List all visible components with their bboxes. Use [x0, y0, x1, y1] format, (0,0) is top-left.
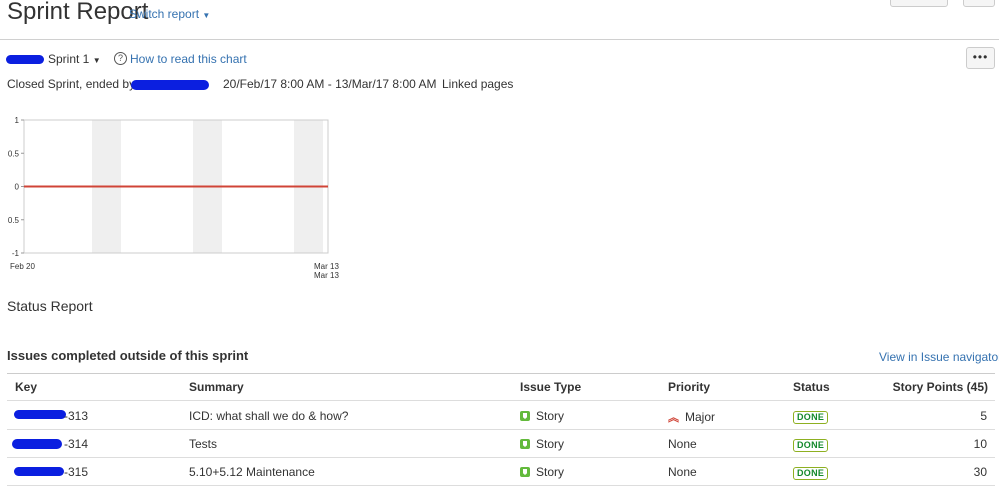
column-header-summary[interactable]: Summary — [189, 380, 244, 394]
y-tick-label: 1 — [15, 116, 20, 125]
y-tick-label: -1 — [12, 249, 20, 258]
issue-story-points: 30 — [973, 465, 987, 479]
x-tick-start: Feb 20 — [10, 262, 35, 271]
column-header-priority[interactable]: Priority — [668, 380, 710, 394]
row-divider — [7, 485, 995, 486]
help-icon[interactable]: ? — [114, 52, 127, 65]
x-tick-end: Mar 13 — [314, 262, 339, 271]
issue-key-link[interactable]: -315 — [64, 465, 88, 479]
column-header-key[interactable]: Key — [15, 380, 37, 394]
status-report-heading: Status Report — [7, 298, 93, 314]
switch-report-dropdown[interactable]: Switch report ▼ — [129, 7, 210, 21]
switch-report-label: Switch report — [129, 7, 200, 21]
priority-label: None — [668, 437, 697, 451]
status-badge: DONE — [793, 439, 829, 452]
status-badge: DONE — [793, 467, 829, 480]
column-header-status[interactable]: Status — [793, 380, 830, 394]
issue-type: Story — [520, 437, 564, 451]
issue-status: DONE — [793, 437, 829, 452]
issue-status: DONE — [793, 409, 829, 424]
row-divider — [7, 429, 995, 430]
issue-type-label: Story — [536, 437, 565, 451]
redacted-issue-prefix — [14, 467, 64, 476]
row-divider — [7, 457, 995, 458]
caret-down-icon: ▼ — [92, 56, 101, 65]
issue-story-points: 10 — [973, 437, 987, 451]
y-tick-label: 0.5 — [8, 216, 20, 225]
priority-label: Major — [685, 410, 716, 424]
status-badge: DONE — [793, 411, 829, 424]
sprint-selector[interactable]: Sprint 1 ▼ — [48, 52, 101, 66]
burndown-chart: 1 0.5 0 0.5 -1 Feb 20 Mar 13 Mar 13 — [8, 116, 340, 280]
chevron-down-icon: ▼ — [202, 11, 211, 20]
redacted-user-name — [131, 80, 209, 90]
double-chevron-up-icon: ︽ — [668, 412, 679, 424]
issues-section-title: Issues completed outside of this sprint — [7, 348, 249, 363]
story-icon — [520, 439, 530, 449]
redacted-issue-prefix — [12, 439, 62, 449]
issue-key-link[interactable]: -314 — [64, 437, 88, 451]
table-header-divider — [7, 400, 995, 401]
more-actions-button[interactable]: ••• — [966, 47, 995, 69]
page-title: Sprint Report — [7, 0, 149, 25]
story-icon — [520, 467, 530, 477]
issue-type: Story — [520, 465, 564, 479]
redacted-project-name — [6, 55, 44, 64]
x-tick-end-2: Mar 13 — [314, 271, 339, 280]
issue-summary: ICD: what shall we do & how? — [189, 409, 349, 423]
priority-label: None — [668, 465, 697, 479]
sprint-dates: 20/Feb/17 8:00 AM - 13/Mar/17 8:00 AM — [223, 77, 437, 91]
issue-story-points: 5 — [980, 409, 987, 423]
sprint-closed-text: Closed Sprint, ended by — [7, 77, 136, 91]
redacted-issue-prefix — [14, 410, 66, 419]
y-tick-label: 0 — [15, 183, 20, 192]
issue-summary: Tests — [189, 437, 218, 451]
issue-summary: 5.10+5.12 Maintenance — [189, 465, 315, 479]
issue-priority: ︽ Major — [668, 409, 715, 425]
toolbar-button-more[interactable] — [963, 0, 995, 7]
story-icon — [520, 411, 530, 421]
toolbar-button[interactable] — [890, 0, 948, 7]
linked-pages-link[interactable]: Linked pages — [442, 77, 513, 91]
issue-type: Story — [520, 409, 564, 423]
header-divider — [0, 39, 999, 40]
table-top-border — [7, 373, 995, 374]
issue-type-label: Story — [536, 465, 565, 479]
column-header-story-points[interactable]: Story Points (45) — [860, 380, 988, 394]
view-in-issue-navigator-link[interactable]: View in Issue navigator — [879, 350, 999, 364]
sprint-selector-label: Sprint 1 — [48, 52, 90, 66]
issue-status: DONE — [793, 465, 829, 480]
column-header-issue-type[interactable]: Issue Type — [520, 380, 581, 394]
y-tick-label: 0.5 — [8, 149, 20, 158]
issue-key-link[interactable]: -313 — [64, 409, 88, 423]
how-to-read-link[interactable]: How to read this chart — [130, 52, 247, 66]
issue-type-label: Story — [536, 409, 565, 423]
